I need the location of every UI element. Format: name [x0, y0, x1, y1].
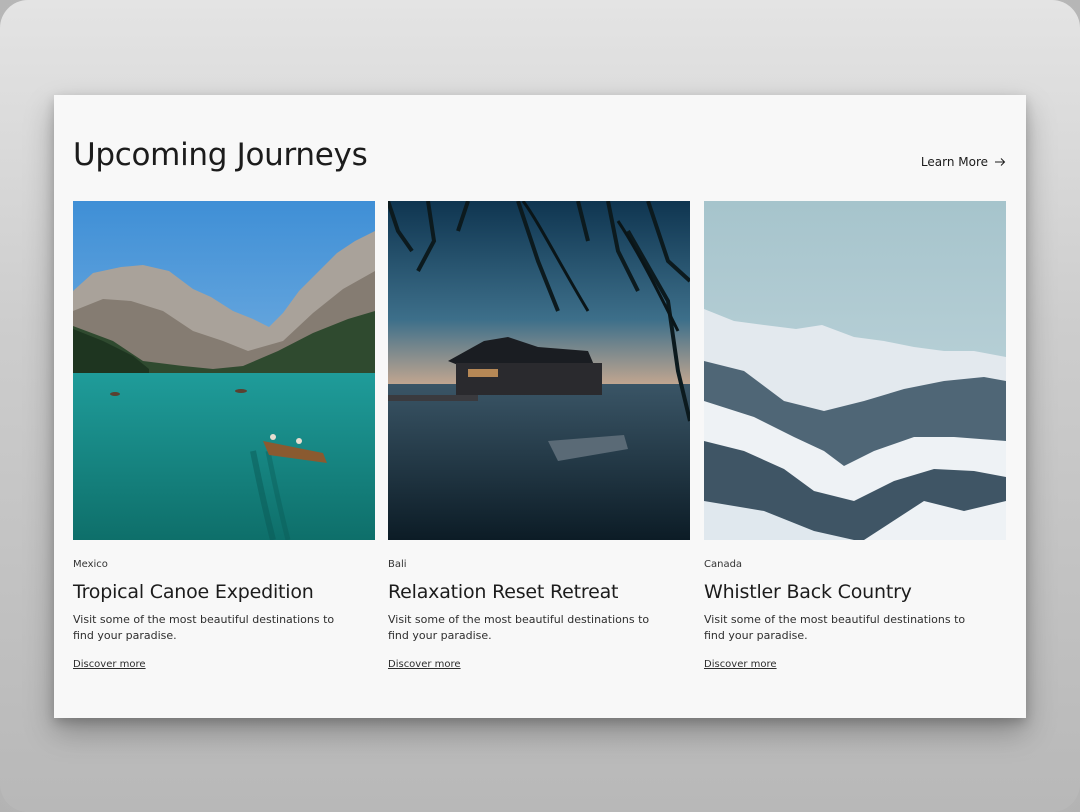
section-title: Upcoming Journeys: [73, 137, 368, 173]
journey-image-lake[interactable]: [73, 201, 375, 540]
discover-more-link[interactable]: Discover more: [704, 659, 777, 670]
discover-more-link[interactable]: Discover more: [388, 659, 461, 670]
discover-more-link[interactable]: Discover more: [73, 659, 146, 670]
journey-location: Bali: [388, 559, 407, 570]
journey-description: Visit some of the most beautiful destina…: [388, 613, 650, 642]
journey-title: Whistler Back Country: [704, 581, 912, 603]
journey-card-mexico: Mexico Tropical Canoe Expedition Visit s…: [73, 201, 375, 671]
journey-location: Mexico: [73, 559, 108, 570]
journey-title: Relaxation Reset Retreat: [388, 581, 619, 603]
journey-image-overwater-hut[interactable]: [388, 201, 690, 540]
learn-more-label: Learn More: [920, 155, 988, 169]
journeys-section: Upcoming Journeys Learn More Mexico Trop…: [54, 95, 1026, 718]
learn-more-link[interactable]: Learn More: [921, 155, 1006, 169]
journey-description: Visit some of the most beautiful destina…: [704, 613, 966, 642]
arrow-right-icon: [995, 158, 1006, 166]
journey-image-snowy-mountains[interactable]: [704, 201, 1006, 540]
screenshot-frame: Upcoming Journeys Learn More Mexico Trop…: [0, 0, 1080, 812]
journey-title: Tropical Canoe Expedition: [73, 581, 314, 603]
journey-description: Visit some of the most beautiful destina…: [73, 613, 335, 642]
journey-card-canada: Canada Whistler Back Country Visit some …: [704, 201, 1006, 671]
journey-location: Canada: [704, 559, 743, 570]
journey-card-bali: Bali Relaxation Reset Retreat Visit some…: [388, 201, 690, 671]
